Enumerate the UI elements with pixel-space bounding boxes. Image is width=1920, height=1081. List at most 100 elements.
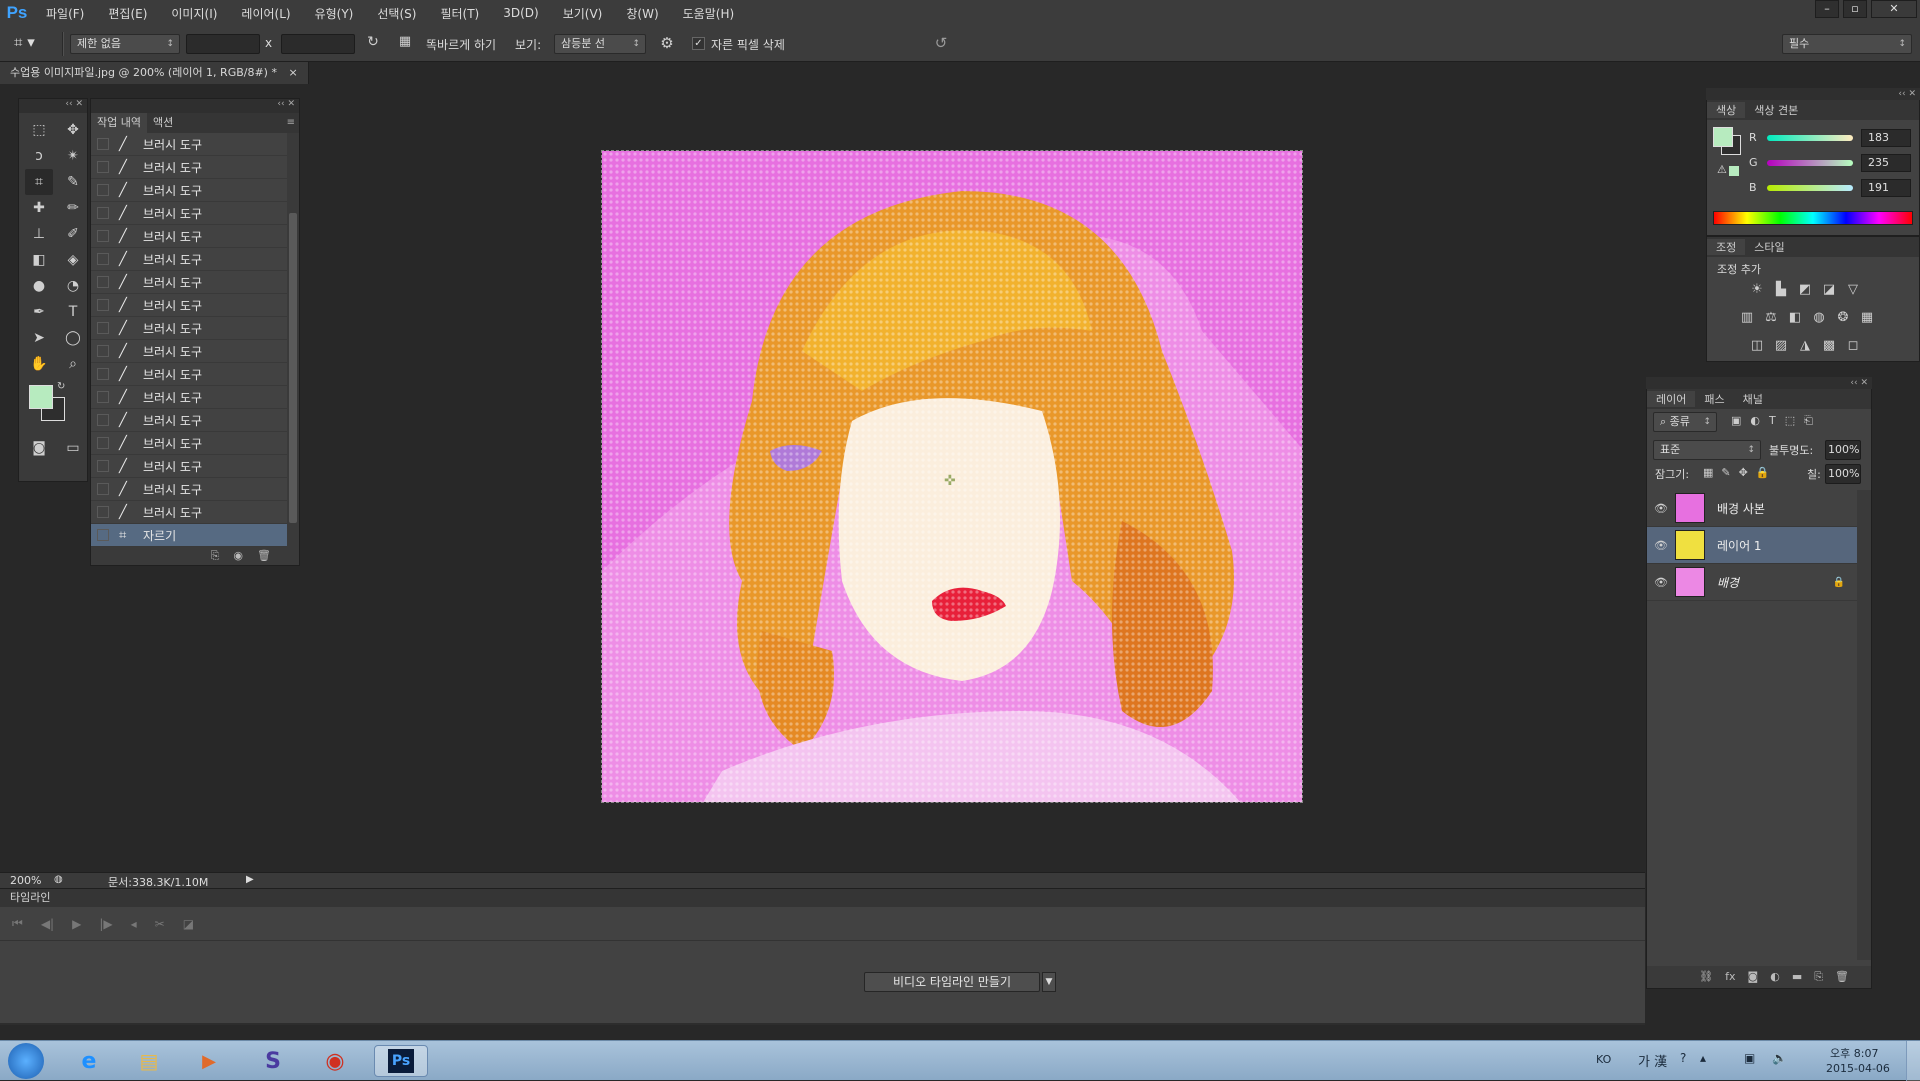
reset-icon[interactable]: ↺: [930, 34, 952, 54]
minimize-button[interactable]: –: [1815, 0, 1839, 18]
zoom-level[interactable]: 200%: [10, 874, 41, 887]
ime-indicator[interactable]: 가 漢: [1638, 1051, 1667, 1070]
history-item[interactable]: ╱ 브러시 도구: [91, 317, 287, 340]
tray-arrow-icon[interactable]: ▴: [1700, 1051, 1706, 1065]
menu-layer[interactable]: 레이어(L): [229, 5, 302, 22]
layer-row[interactable]: 👁 배경 사본: [1647, 490, 1857, 527]
menu-image[interactable]: 이미지(I): [159, 5, 229, 22]
brush-tool-icon[interactable]: ✏: [59, 195, 87, 221]
link-layers-icon[interactable]: ⛓: [1699, 966, 1713, 988]
tab-adjustments[interactable]: 조정: [1707, 239, 1746, 255]
quick-mask-icon[interactable]: ◙: [25, 435, 53, 461]
menu-file[interactable]: 파일(F): [34, 5, 96, 22]
history-checkbox[interactable]: [97, 414, 109, 426]
tab-history[interactable]: 작업 내역: [91, 113, 147, 133]
trash-icon[interactable]: 🗑: [257, 547, 271, 565]
menu-3d[interactable]: 3D(D): [491, 6, 550, 20]
snapshot-icon[interactable]: ◉: [233, 547, 243, 565]
lock-position-icon[interactable]: ✥: [1739, 466, 1748, 479]
new-group-icon[interactable]: ▬: [1792, 966, 1802, 988]
screen-mode-icon[interactable]: ▭: [59, 435, 87, 461]
lock-pixels-icon[interactable]: ✎: [1721, 466, 1730, 479]
magic-wand-icon[interactable]: ✴: [59, 143, 87, 169]
maximize-button[interactable]: ▫: [1843, 0, 1867, 18]
history-item[interactable]: ╱ 브러시 도구: [91, 156, 287, 179]
language-indicator[interactable]: KO: [1596, 1053, 1611, 1066]
next-frame-icon[interactable]: |▶: [99, 917, 112, 931]
history-brush-icon[interactable]: ✐: [59, 221, 87, 247]
tab-styles[interactable]: 스타일: [1745, 239, 1793, 255]
swap-colors-icon[interactable]: ↻: [57, 381, 65, 392]
selective-color-icon[interactable]: ◻: [1843, 335, 1863, 355]
internet-explorer-icon[interactable]: e: [66, 1045, 112, 1077]
menu-filter[interactable]: 필터(T): [428, 5, 491, 22]
blue-slider[interactable]: [1767, 185, 1853, 191]
foreground-color-swatch[interactable]: [1713, 127, 1733, 147]
overlay-select[interactable]: 삼등분 선: [554, 34, 646, 54]
history-item[interactable]: ╱ 브러시 도구: [91, 501, 287, 524]
healing-brush-icon[interactable]: ✚: [25, 195, 53, 221]
blur-tool-icon[interactable]: ●: [25, 273, 53, 299]
history-checkbox[interactable]: [97, 207, 109, 219]
menu-edit[interactable]: 편집(E): [96, 5, 159, 22]
filter-smart-icon[interactable]: ⎗: [1804, 414, 1813, 428]
history-item[interactable]: ╱ 브러시 도구: [91, 225, 287, 248]
posterize-icon[interactable]: ▨: [1771, 335, 1791, 355]
filter-shape-icon[interactable]: ⬚: [1785, 414, 1795, 428]
menu-window[interactable]: 창(W): [614, 5, 670, 22]
menu-view[interactable]: 보기(V): [551, 5, 615, 22]
help-icon[interactable]: ?: [1680, 1051, 1686, 1065]
history-checkbox[interactable]: [97, 276, 109, 288]
history-item[interactable]: ╱ 브러시 도구: [91, 478, 287, 501]
panel-collapse-icon[interactable]: ‹‹ ✕: [91, 99, 299, 113]
history-item[interactable]: ╱ 브러시 도구: [91, 455, 287, 478]
layer-name[interactable]: 배경 사본: [1717, 500, 1765, 517]
clock-date[interactable]: 2015-04-06: [1826, 1062, 1890, 1075]
history-item[interactable]: ╱ 브러시 도구: [91, 432, 287, 455]
red-value-input[interactable]: 183: [1861, 129, 1911, 147]
history-item[interactable]: ╱ 브러시 도구: [91, 294, 287, 317]
trash-icon[interactable]: 🗑: [1835, 966, 1849, 988]
first-frame-icon[interactable]: ⏮: [12, 916, 23, 931]
paint-bucket-icon[interactable]: ◈: [59, 247, 87, 273]
hue-saturation-icon[interactable]: ▥: [1737, 307, 1757, 327]
history-checkbox[interactable]: [97, 391, 109, 403]
layer-filter-select[interactable]: ⌕ 종류: [1653, 412, 1717, 432]
menu-select[interactable]: 선택(S): [365, 5, 428, 22]
document-tab[interactable]: 수업용 이미지파일.jpg @ 200% (레이어 1, RGB/8#) * ×: [0, 62, 309, 84]
history-checkbox[interactable]: [97, 299, 109, 311]
history-checkbox[interactable]: [97, 253, 109, 265]
blue-value-input[interactable]: 191: [1861, 179, 1911, 197]
panel-collapse-icon[interactable]: ‹‹ ✕: [1646, 377, 1872, 389]
history-item-selected[interactable]: ⌗ 자르기: [91, 524, 287, 547]
move-tool-icon[interactable]: ✥: [59, 117, 87, 143]
dodge-tool-icon[interactable]: ◔: [59, 273, 87, 299]
history-checkbox[interactable]: [97, 368, 109, 380]
history-checkbox[interactable]: [97, 437, 109, 449]
fill-input[interactable]: 100%: [1825, 464, 1861, 484]
crop-tool-preset-icon[interactable]: ⌗ ▾: [14, 33, 54, 55]
menu-help[interactable]: 도움말(H): [671, 5, 747, 22]
straighten-icon[interactable]: ▦: [394, 34, 416, 54]
filter-adjustment-icon[interactable]: ◐: [1750, 414, 1760, 428]
layer-style-icon[interactable]: fx: [1725, 966, 1735, 988]
filter-pixel-icon[interactable]: ▣: [1731, 414, 1741, 428]
color-lookup-icon[interactable]: ▦: [1857, 307, 1877, 327]
media-player-icon[interactable]: ▶: [186, 1045, 232, 1077]
show-desktop-button[interactable]: [1906, 1041, 1920, 1081]
tab-actions[interactable]: 액션: [147, 113, 179, 133]
color-balance-icon[interactable]: ⚖: [1761, 307, 1781, 327]
vibrance-icon[interactable]: ▽: [1843, 279, 1863, 299]
opacity-input[interactable]: 100%: [1825, 440, 1861, 460]
close-tab-icon[interactable]: ×: [288, 66, 297, 79]
color-spectrum-bar[interactable]: [1713, 211, 1913, 225]
type-tool-icon[interactable]: T: [59, 299, 87, 325]
channel-mixer-icon[interactable]: ❂: [1833, 307, 1853, 327]
green-value-input[interactable]: 235: [1861, 154, 1911, 172]
play-icon[interactable]: ▶: [72, 917, 81, 931]
panel-collapse-icon[interactable]: ‹‹ ✕: [1706, 88, 1920, 100]
exposure-icon[interactable]: ◪: [1819, 279, 1839, 299]
tab-layers[interactable]: 레이어: [1647, 391, 1696, 407]
history-item[interactable]: ╱ 브러시 도구: [91, 409, 287, 432]
green-slider[interactable]: [1767, 160, 1853, 166]
